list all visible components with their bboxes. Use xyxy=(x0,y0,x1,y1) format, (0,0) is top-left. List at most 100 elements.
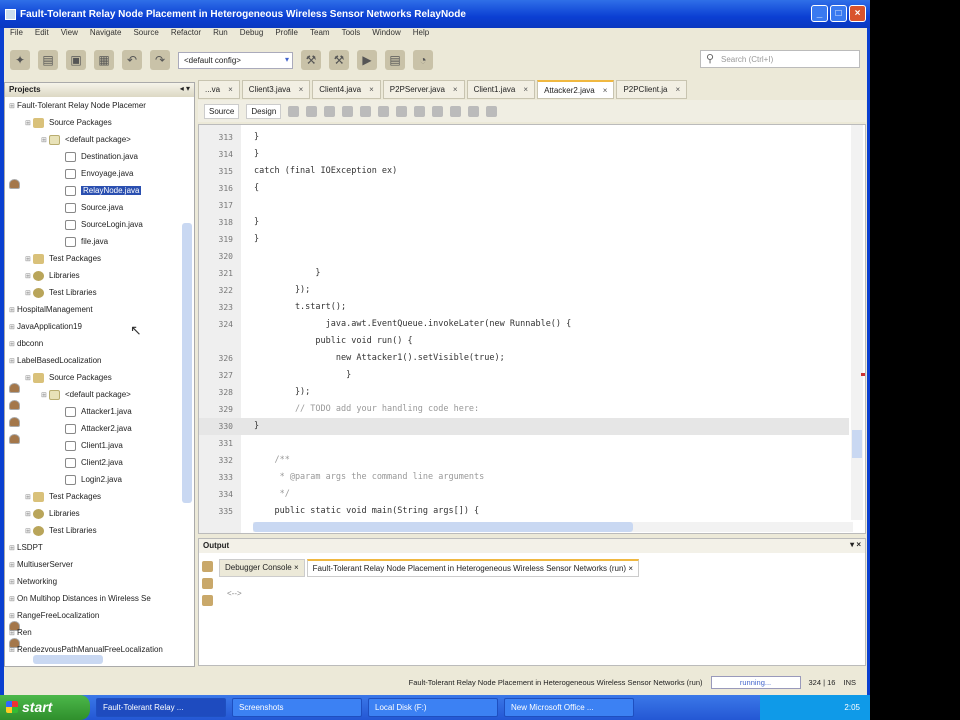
expand-toggle-icon[interactable]: ⊞ xyxy=(25,251,33,268)
redo-icon[interactable]: ↷ xyxy=(150,50,170,70)
tree-node[interactable]: ⊞ RendezvousPathManualFreeLocalization xyxy=(5,641,194,652)
stop-macro-icon[interactable] xyxy=(450,105,462,117)
forward-icon[interactable] xyxy=(306,105,318,117)
projects-hscrollbar[interactable] xyxy=(33,655,103,664)
output-panel-controls[interactable]: ▾ × xyxy=(850,540,861,549)
tree-node[interactable]: ⊞ dbconn xyxy=(5,335,194,427)
shift-right-icon[interactable] xyxy=(414,105,426,117)
profile-icon[interactable]: ◔ xyxy=(413,50,433,70)
editor-hscrollbar[interactable] xyxy=(253,522,853,532)
clear-icon[interactable] xyxy=(202,595,213,606)
editor-tab[interactable]: P2PClient.ja × xyxy=(616,80,688,99)
tree-node[interactable]: ⊞ Libraries xyxy=(5,267,194,284)
expand-toggle-icon[interactable]: ⊞ xyxy=(9,591,17,608)
tab-close-icon[interactable]: × xyxy=(626,564,633,573)
editor-tab[interactable]: Client1.java × xyxy=(466,80,536,99)
tree-node[interactable]: ⊞ JavaApplication19 xyxy=(5,318,194,410)
menu-profile[interactable]: Profile xyxy=(275,28,298,41)
tree-node[interactable]: ⊞ Source Packages xyxy=(5,114,194,131)
tree-node[interactable]: Attacker2.java xyxy=(5,420,194,437)
editor-vscrollbar[interactable] xyxy=(851,125,863,520)
panel-controls[interactable]: ◂ ▾ xyxy=(180,84,190,93)
tree-node[interactable]: Attacker1.java xyxy=(5,403,194,420)
expand-toggle-icon[interactable]: ⊞ xyxy=(25,489,33,506)
menu-window[interactable]: Window xyxy=(372,28,400,41)
menu-navigate[interactable]: Navigate xyxy=(90,28,122,41)
tree-node[interactable]: ⊞ <default package> xyxy=(5,131,194,148)
expand-toggle-icon[interactable]: ⊞ xyxy=(25,523,33,540)
tab-close-icon[interactable]: × xyxy=(675,85,680,94)
tree-node[interactable]: ⊞ Ren xyxy=(5,624,194,641)
tree-node[interactable]: RelayNode.java xyxy=(5,182,194,199)
menu-tools[interactable]: Tools xyxy=(342,28,361,41)
find-icon[interactable] xyxy=(324,105,336,117)
close-button[interactable]: × xyxy=(849,5,866,22)
tree-node[interactable]: ⊞ Source Packages xyxy=(5,369,194,386)
undo-icon[interactable]: ↶ xyxy=(122,50,142,70)
output-tab[interactable]: Debugger Console × xyxy=(219,559,305,577)
tab-close-icon[interactable]: × xyxy=(523,85,528,94)
tree-node[interactable]: Envoyage.java xyxy=(5,165,194,182)
expand-toggle-icon[interactable]: ⊞ xyxy=(41,387,49,404)
expand-toggle-icon[interactable]: ⊞ xyxy=(25,268,33,285)
tree-node[interactable]: ⊞ Libraries xyxy=(5,505,194,522)
tree-node[interactable]: file.java xyxy=(5,233,194,250)
start-button[interactable]: start xyxy=(0,695,90,720)
start-macro-icon[interactable] xyxy=(432,105,444,117)
tree-node[interactable]: Destination.java xyxy=(5,148,194,165)
menu-refactor[interactable]: Refactor xyxy=(171,28,201,41)
rerun-icon[interactable] xyxy=(202,561,213,572)
tab-close-icon[interactable]: × xyxy=(228,85,233,94)
tree-node[interactable]: Login2.java xyxy=(5,471,194,488)
expand-toggle-icon[interactable]: ⊞ xyxy=(9,302,17,319)
editor-tab[interactable]: ...va × xyxy=(198,80,240,99)
tree-node[interactable]: ⊞ HospitalManagement xyxy=(5,301,194,393)
expand-toggle-icon[interactable]: ⊞ xyxy=(9,608,17,625)
stop-icon[interactable] xyxy=(202,578,213,589)
run-icon[interactable]: ▶ xyxy=(357,50,377,70)
menu-team[interactable]: Team xyxy=(310,28,330,41)
tab-close-icon[interactable]: × xyxy=(299,85,304,94)
projects-scrollbar[interactable] xyxy=(182,223,192,503)
expand-toggle-icon[interactable]: ⊞ xyxy=(41,132,49,149)
menu-debug[interactable]: Debug xyxy=(240,28,264,41)
tab-close-icon[interactable]: × xyxy=(453,85,458,94)
menu-help[interactable]: Help xyxy=(413,28,429,41)
tree-node[interactable]: ⊞ Test Libraries xyxy=(5,284,194,301)
tab-close-icon[interactable]: × xyxy=(603,86,608,95)
editor-tab[interactable]: Client3.java × xyxy=(241,80,311,99)
new-file-icon[interactable]: ▤ xyxy=(38,50,58,70)
progress-bar[interactable]: running... xyxy=(710,675,801,689)
menu-edit[interactable]: Edit xyxy=(35,28,49,41)
open-project-icon[interactable]: ▣ xyxy=(66,50,86,70)
tree-node[interactable]: SourceLogin.java xyxy=(5,216,194,233)
tree-node[interactable]: ⊞ RangeFreeLocalization xyxy=(5,607,194,624)
tree-node[interactable]: ⊞ <default package> xyxy=(5,386,194,403)
minimize-button[interactable]: _ xyxy=(811,5,828,22)
tree-node[interactable]: Source.java xyxy=(5,199,194,216)
tree-node[interactable]: ⊞ Networking xyxy=(5,573,194,590)
expand-toggle-icon[interactable]: ⊞ xyxy=(9,336,17,353)
tree-node[interactable]: Client1.java xyxy=(5,437,194,454)
taskbar-item[interactable]: Local Disk (F:) xyxy=(368,698,498,717)
menu-run[interactable]: Run xyxy=(213,28,228,41)
code-editor[interactable]: 313} 314} 315 catch (final IOException ex) 3… xyxy=(198,124,866,534)
maximize-button[interactable]: □ xyxy=(830,5,847,22)
search-input[interactable]: Search (Ctrl+I) xyxy=(700,50,860,68)
menu-view[interactable]: View xyxy=(61,28,78,41)
expand-toggle-icon[interactable]: ⊞ xyxy=(9,540,17,557)
save-all-icon[interactable]: ▦ xyxy=(94,50,114,70)
expand-toggle-icon[interactable]: ⊞ xyxy=(9,353,17,370)
design-button[interactable]: Design xyxy=(246,103,282,119)
comment-icon[interactable] xyxy=(468,105,480,117)
output-tab[interactable]: Fault-Tolerant Relay Node Placement in H… xyxy=(306,559,639,577)
source-button[interactable]: Source xyxy=(204,103,240,119)
tree-node[interactable]: ⊞ Fault-Tolerant Relay Node Placemer xyxy=(5,97,194,189)
tree-node[interactable]: ⊞ LabelBasedLocalization xyxy=(5,352,194,444)
shift-left-icon[interactable] xyxy=(396,105,408,117)
expand-toggle-icon[interactable]: ⊞ xyxy=(9,574,17,591)
debug-icon[interactable]: ▤ xyxy=(385,50,405,70)
taskbar-item[interactable]: New Microsoft Office ... xyxy=(504,698,634,717)
editor-tab[interactable]: P2PServer.java × xyxy=(382,80,465,99)
tree-node[interactable]: ⊞ Test Packages xyxy=(5,250,194,267)
